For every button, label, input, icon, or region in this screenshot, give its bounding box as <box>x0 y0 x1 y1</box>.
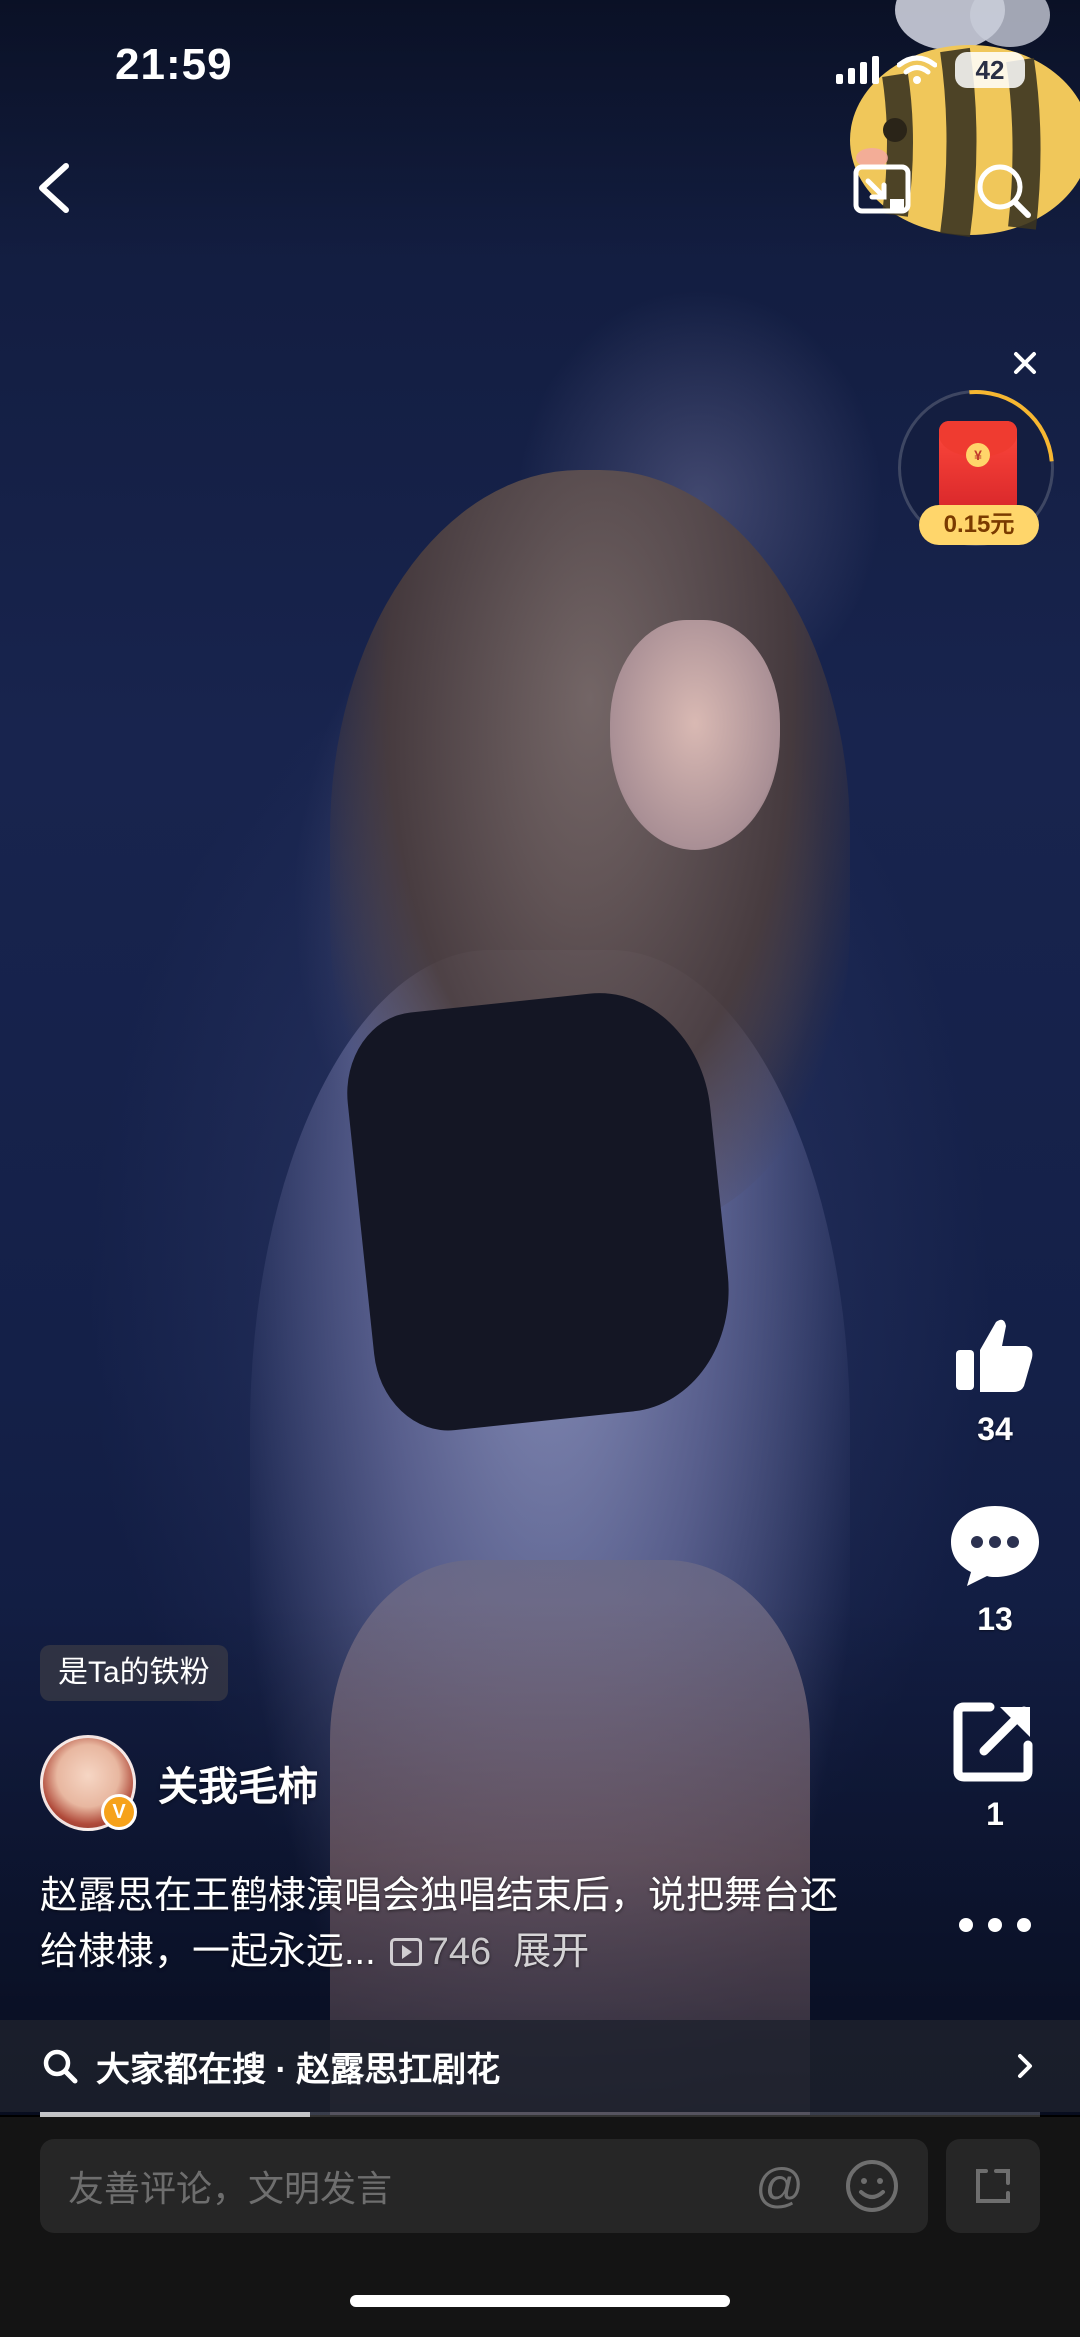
emoji-icon[interactable] <box>844 2158 900 2214</box>
author-name[interactable]: 关我毛柿 <box>158 1754 318 1812</box>
like-button[interactable]: 34 <box>940 1310 1050 1448</box>
coin-icon: ¥ <box>966 443 990 467</box>
search-icon <box>43 2049 78 2084</box>
view-count: 746 <box>389 1931 492 1973</box>
avatar[interactable]: V <box>40 1735 137 1831</box>
top-actions <box>846 155 1040 227</box>
close-icon[interactable] <box>1007 345 1043 381</box>
status-time: 21:59 <box>115 40 233 89</box>
cellular-signal-icon <box>836 56 879 84</box>
search-suggestion-bar[interactable]: 大家都在搜 · 赵露思扛剧花 <box>0 2020 1080 2112</box>
author-row[interactable]: V 关我毛柿 <box>40 1735 318 1831</box>
view-count-value: 746 <box>427 1931 492 1973</box>
battery-level: 42 <box>955 52 1025 88</box>
cast-icon[interactable] <box>846 155 918 227</box>
more-icon <box>959 1918 1031 1932</box>
comment-placeholder: 友善评论，文明发言 <box>68 2168 393 2209</box>
expand-caption-button[interactable]: 展开 <box>513 1931 589 1973</box>
play-icon <box>389 1938 422 1966</box>
status-indicators: 42 <box>836 52 1025 88</box>
video-caption[interactable]: 赵露思在王鹤棣演唱会独唱结束后，说把舞台还给棣棣，一起永远... 746 展开 <box>40 1868 840 1980</box>
fullscreen-icon <box>976 2169 1010 2203</box>
wifi-icon <box>897 55 937 84</box>
bottom-bar: 友善评论，文明发言 @ <box>0 2117 1080 2337</box>
search-suggestion-text: 大家都在搜 · 赵露思扛剧花 <box>96 2050 501 2089</box>
comment-input[interactable]: 友善评论，文明发言 @ <box>40 2139 928 2233</box>
search-icon[interactable] <box>968 155 1040 227</box>
share-button[interactable]: 1 <box>940 1695 1050 1833</box>
like-count: 34 <box>977 1411 1013 1447</box>
video-figure-top <box>339 982 741 1438</box>
comment-button[interactable]: 13 <box>940 1500 1050 1638</box>
verified-badge: V <box>101 1794 137 1830</box>
share-icon <box>953 1702 1033 1782</box>
more-button[interactable] <box>940 1905 1050 1950</box>
fullscreen-button[interactable] <box>946 2139 1040 2233</box>
chevron-right-icon <box>1018 2054 1032 2078</box>
red-packet-widget[interactable]: ¥ 0.15元 <box>866 358 1080 578</box>
back-icon[interactable] <box>30 158 80 218</box>
video-figure-face <box>610 620 780 850</box>
home-indicator[interactable] <box>350 2295 730 2307</box>
mention-button[interactable]: @ <box>755 2159 804 2214</box>
share-count: 1 <box>986 1796 1004 1832</box>
comment-count: 13 <box>977 1601 1013 1637</box>
red-packet-amount: 0.15元 <box>919 505 1039 545</box>
like-icon <box>956 1319 1033 1392</box>
fan-badge: 是Ta的铁粉 <box>40 1645 228 1701</box>
red-envelope-icon: ¥ <box>939 421 1017 513</box>
comment-icon <box>951 1506 1039 1586</box>
